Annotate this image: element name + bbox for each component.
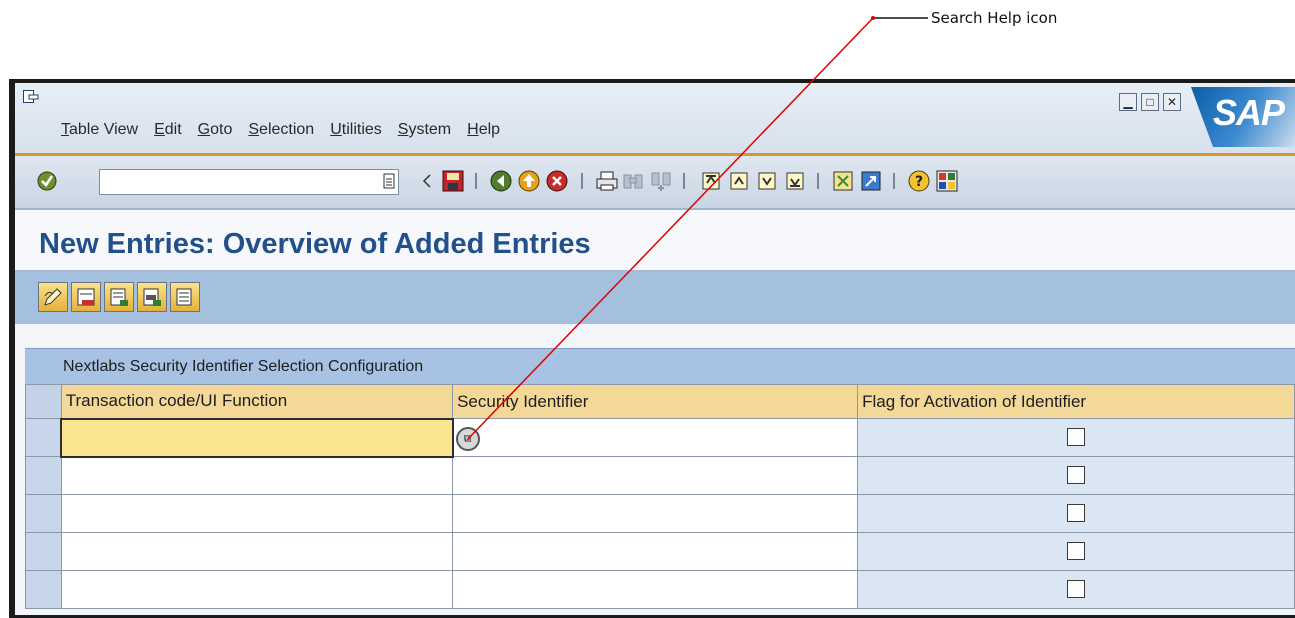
content-area: Nextlabs Security Identifier Selection C… [15, 324, 1295, 615]
menu-goto[interactable]: Goto [198, 121, 233, 139]
flag-cell [857, 418, 1295, 457]
shortcut-icon[interactable] [859, 169, 883, 193]
callout-dot [871, 16, 875, 20]
row-selector[interactable] [25, 532, 62, 571]
activation-flag-checkbox[interactable] [1067, 466, 1086, 485]
command-field[interactable] [99, 169, 399, 195]
row-selector[interactable] [25, 494, 62, 533]
toolbar-separator [893, 173, 895, 189]
next-page-icon[interactable] [755, 169, 779, 193]
column-header-security-identifier[interactable]: Security Identifier [452, 384, 859, 419]
sap-logo-text: SAP [1213, 92, 1285, 133]
security-identifier-input[interactable] [452, 494, 859, 533]
tcode-input[interactable] [60, 570, 454, 609]
menu-utilities[interactable]: Utilities [330, 121, 382, 139]
select-all-icon[interactable] [104, 282, 134, 312]
screenshot-stage: Search Help icon Table View Edit Goto Se… [0, 0, 1295, 618]
system-menu-icon[interactable] [23, 90, 39, 104]
table-row [25, 570, 1295, 609]
toolbar-separator [817, 173, 819, 189]
standard-toolbar: ? [15, 156, 1295, 208]
column-header-flag[interactable]: Flag for Activation of Identifier [857, 384, 1295, 419]
table-row: ⧉ [25, 417, 1295, 458]
tcode-input[interactable] [60, 417, 454, 458]
column-header-tcode[interactable]: Transaction code/UI Function [60, 384, 454, 419]
table-control-header: Nextlabs Security Identifier Selection C… [25, 348, 1295, 384]
toolbar-separator [683, 173, 685, 189]
create-session-icon[interactable] [831, 169, 855, 193]
command-field-history-icon[interactable] [377, 169, 401, 193]
close-icon[interactable]: ✕ [1163, 93, 1181, 111]
security-identifier-input[interactable] [452, 456, 859, 495]
menu-help[interactable]: Help [467, 121, 500, 139]
title-bar: New Entries: Overview of Added Entries [15, 208, 1295, 272]
last-page-icon[interactable] [783, 169, 807, 193]
activation-flag-checkbox[interactable] [1067, 428, 1086, 447]
change-icon[interactable] [38, 282, 68, 312]
tcode-input[interactable] [60, 456, 454, 495]
flag-cell [857, 456, 1295, 495]
help-icon[interactable]: ? [907, 169, 931, 193]
table-row [25, 532, 1295, 571]
flag-cell [857, 532, 1295, 571]
menubar: Table View Edit Goto Selection Utilities… [61, 121, 516, 139]
table-row [25, 494, 1295, 533]
maximize-icon[interactable]: □ [1141, 93, 1159, 111]
first-page-icon[interactable] [699, 169, 723, 193]
back-arrow-icon[interactable] [415, 169, 439, 193]
tcode-input[interactable] [60, 532, 454, 571]
find-next-icon[interactable] [649, 169, 673, 193]
menubar-area: Table View Edit Goto Selection Utilities… [15, 83, 1295, 153]
print-icon[interactable] [595, 169, 619, 193]
activation-flag-checkbox[interactable] [1067, 504, 1086, 523]
menu-system[interactable]: System [398, 121, 451, 139]
sap-window: Table View Edit Goto Selection Utilities… [9, 79, 1295, 618]
entries-table: Transaction code/UI Function Security Id… [25, 384, 1295, 609]
security-identifier-input[interactable]: ⧉ [452, 418, 859, 457]
previous-page-icon[interactable] [727, 169, 751, 193]
row-selector[interactable] [25, 418, 62, 457]
enter-icon[interactable] [35, 169, 59, 193]
cancel-icon[interactable] [545, 169, 569, 193]
exit-icon[interactable] [517, 169, 541, 193]
activation-flag-checkbox[interactable] [1067, 580, 1086, 599]
row-selector[interactable] [25, 570, 62, 609]
activation-flag-checkbox[interactable] [1067, 542, 1086, 561]
search-help-icon[interactable]: ⧉ [455, 426, 480, 451]
security-identifier-input[interactable] [452, 570, 859, 609]
page-title: New Entries: Overview of Added Entries [39, 228, 591, 260]
security-identifier-input[interactable] [452, 532, 859, 571]
table-row [25, 456, 1295, 495]
menu-selection[interactable]: Selection [248, 121, 314, 139]
find-icon[interactable] [621, 169, 645, 193]
delete-row-icon[interactable] [71, 282, 101, 312]
sap-logo: SAP [1191, 87, 1295, 147]
back-icon[interactable] [489, 169, 513, 193]
flag-cell [857, 494, 1295, 533]
application-toolbar [15, 272, 1295, 324]
svg-text:?: ? [915, 174, 923, 190]
deselect-all-icon[interactable] [170, 282, 200, 312]
toolbar-separator [475, 173, 477, 189]
minimize-icon[interactable]: ▁ [1119, 93, 1137, 111]
table-header-row: Transaction code/UI Function Security Id… [25, 384, 1295, 419]
row-selector[interactable] [25, 456, 62, 495]
tcode-input[interactable] [60, 494, 454, 533]
save-icon[interactable] [441, 169, 465, 193]
select-all-rows-button[interactable] [25, 384, 62, 419]
menu-edit[interactable]: Edit [154, 121, 182, 139]
layout-icon[interactable] [935, 169, 959, 193]
toolbar-separator [581, 173, 583, 189]
flag-cell [857, 570, 1295, 609]
table-title: Nextlabs Security Identifier Selection C… [63, 358, 424, 375]
callout-label: Search Help icon [931, 9, 1058, 27]
menu-table-view[interactable]: Table View [61, 121, 138, 139]
window-controls: ▁ □ ✕ [1119, 93, 1181, 111]
select-block-icon[interactable] [137, 282, 167, 312]
